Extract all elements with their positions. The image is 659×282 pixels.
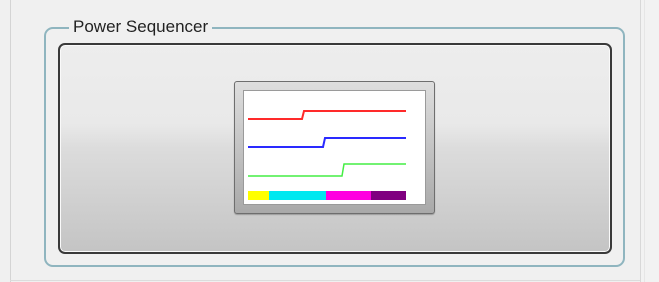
groupbox-title: Power Sequencer	[69, 16, 213, 38]
window-frame: Power Sequencer	[0, 0, 659, 282]
panel-right-border	[640, 0, 659, 282]
power-sequence-timing-icon[interactable]	[234, 81, 435, 214]
bar-cyan	[269, 191, 326, 200]
icon-canvas	[243, 90, 426, 205]
bar-magenta	[326, 191, 371, 200]
signal-red-line	[248, 110, 406, 120]
signal-blue-line	[248, 137, 406, 148]
panel-left-border	[10, 0, 11, 282]
signal-green-line	[248, 163, 406, 177]
bar-purple	[371, 191, 406, 200]
timing-diagram-graphic	[248, 110, 406, 200]
panel-bottom-border	[10, 280, 640, 281]
bar-yellow	[248, 191, 269, 200]
